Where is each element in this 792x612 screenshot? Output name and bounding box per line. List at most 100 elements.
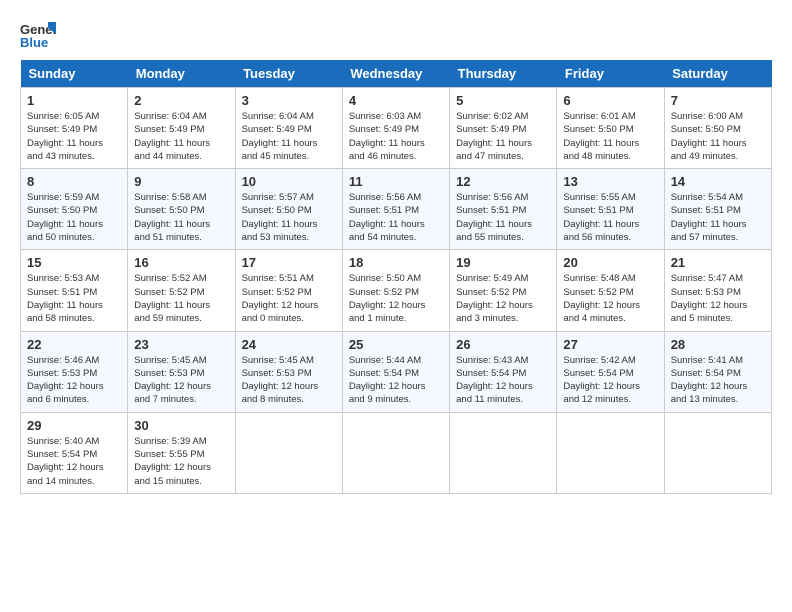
day-info: Sunrise: 5:51 AM Sunset: 5:52 PM Dayligh… bbox=[242, 272, 336, 325]
calendar-cell: 13 Sunrise: 5:55 AM Sunset: 5:51 PM Dayl… bbox=[557, 169, 664, 250]
calendar-cell: 20 Sunrise: 5:48 AM Sunset: 5:52 PM Dayl… bbox=[557, 250, 664, 331]
calendar-cell: 3 Sunrise: 6:04 AM Sunset: 5:49 PM Dayli… bbox=[235, 88, 342, 169]
calendar-cell bbox=[342, 412, 449, 493]
day-number: 4 bbox=[349, 93, 443, 108]
day-info: Sunrise: 6:03 AM Sunset: 5:49 PM Dayligh… bbox=[349, 110, 443, 163]
day-info: Sunrise: 5:49 AM Sunset: 5:52 PM Dayligh… bbox=[456, 272, 550, 325]
day-number: 30 bbox=[134, 418, 228, 433]
calendar-week-4: 22 Sunrise: 5:46 AM Sunset: 5:53 PM Dayl… bbox=[21, 331, 772, 412]
day-number: 21 bbox=[671, 255, 765, 270]
calendar-cell: 18 Sunrise: 5:50 AM Sunset: 5:52 PM Dayl… bbox=[342, 250, 449, 331]
weekday-header-monday: Monday bbox=[128, 60, 235, 88]
page-header: General Blue bbox=[20, 20, 772, 50]
calendar-cell: 30 Sunrise: 5:39 AM Sunset: 5:55 PM Dayl… bbox=[128, 412, 235, 493]
day-info: Sunrise: 5:45 AM Sunset: 5:53 PM Dayligh… bbox=[242, 354, 336, 407]
calendar-table: SundayMondayTuesdayWednesdayThursdayFrid… bbox=[20, 60, 772, 494]
day-number: 8 bbox=[27, 174, 121, 189]
day-info: Sunrise: 5:39 AM Sunset: 5:55 PM Dayligh… bbox=[134, 435, 228, 488]
calendar-week-5: 29 Sunrise: 5:40 AM Sunset: 5:54 PM Dayl… bbox=[21, 412, 772, 493]
day-info: Sunrise: 5:55 AM Sunset: 5:51 PM Dayligh… bbox=[563, 191, 657, 244]
calendar-cell: 27 Sunrise: 5:42 AM Sunset: 5:54 PM Dayl… bbox=[557, 331, 664, 412]
calendar-week-2: 8 Sunrise: 5:59 AM Sunset: 5:50 PM Dayli… bbox=[21, 169, 772, 250]
calendar-cell: 5 Sunrise: 6:02 AM Sunset: 5:49 PM Dayli… bbox=[450, 88, 557, 169]
calendar-cell: 1 Sunrise: 6:05 AM Sunset: 5:49 PM Dayli… bbox=[21, 88, 128, 169]
calendar-cell: 12 Sunrise: 5:56 AM Sunset: 5:51 PM Dayl… bbox=[450, 169, 557, 250]
calendar-cell: 4 Sunrise: 6:03 AM Sunset: 5:49 PM Dayli… bbox=[342, 88, 449, 169]
day-number: 28 bbox=[671, 337, 765, 352]
calendar-cell bbox=[450, 412, 557, 493]
day-number: 22 bbox=[27, 337, 121, 352]
day-number: 26 bbox=[456, 337, 550, 352]
calendar-week-3: 15 Sunrise: 5:53 AM Sunset: 5:51 PM Dayl… bbox=[21, 250, 772, 331]
calendar-cell: 17 Sunrise: 5:51 AM Sunset: 5:52 PM Dayl… bbox=[235, 250, 342, 331]
day-number: 27 bbox=[563, 337, 657, 352]
day-number: 24 bbox=[242, 337, 336, 352]
weekday-header-thursday: Thursday bbox=[450, 60, 557, 88]
calendar-cell: 22 Sunrise: 5:46 AM Sunset: 5:53 PM Dayl… bbox=[21, 331, 128, 412]
day-number: 14 bbox=[671, 174, 765, 189]
day-number: 17 bbox=[242, 255, 336, 270]
day-info: Sunrise: 5:57 AM Sunset: 5:50 PM Dayligh… bbox=[242, 191, 336, 244]
calendar-cell: 6 Sunrise: 6:01 AM Sunset: 5:50 PM Dayli… bbox=[557, 88, 664, 169]
calendar-cell: 29 Sunrise: 5:40 AM Sunset: 5:54 PM Dayl… bbox=[21, 412, 128, 493]
day-number: 25 bbox=[349, 337, 443, 352]
calendar-week-1: 1 Sunrise: 6:05 AM Sunset: 5:49 PM Dayli… bbox=[21, 88, 772, 169]
day-info: Sunrise: 6:05 AM Sunset: 5:49 PM Dayligh… bbox=[27, 110, 121, 163]
day-number: 10 bbox=[242, 174, 336, 189]
day-number: 16 bbox=[134, 255, 228, 270]
day-info: Sunrise: 6:04 AM Sunset: 5:49 PM Dayligh… bbox=[134, 110, 228, 163]
day-number: 13 bbox=[563, 174, 657, 189]
day-number: 29 bbox=[27, 418, 121, 433]
day-number: 9 bbox=[134, 174, 228, 189]
day-number: 23 bbox=[134, 337, 228, 352]
logo: General Blue bbox=[20, 20, 56, 50]
day-info: Sunrise: 5:41 AM Sunset: 5:54 PM Dayligh… bbox=[671, 354, 765, 407]
calendar-header-row: SundayMondayTuesdayWednesdayThursdayFrid… bbox=[21, 60, 772, 88]
day-info: Sunrise: 5:45 AM Sunset: 5:53 PM Dayligh… bbox=[134, 354, 228, 407]
day-info: Sunrise: 6:04 AM Sunset: 5:49 PM Dayligh… bbox=[242, 110, 336, 163]
calendar-cell: 21 Sunrise: 5:47 AM Sunset: 5:53 PM Dayl… bbox=[664, 250, 771, 331]
calendar-body: 1 Sunrise: 6:05 AM Sunset: 5:49 PM Dayli… bbox=[21, 88, 772, 494]
day-info: Sunrise: 5:52 AM Sunset: 5:52 PM Dayligh… bbox=[134, 272, 228, 325]
day-info: Sunrise: 6:00 AM Sunset: 5:50 PM Dayligh… bbox=[671, 110, 765, 163]
day-info: Sunrise: 5:50 AM Sunset: 5:52 PM Dayligh… bbox=[349, 272, 443, 325]
calendar-cell: 7 Sunrise: 6:00 AM Sunset: 5:50 PM Dayli… bbox=[664, 88, 771, 169]
calendar-cell: 26 Sunrise: 5:43 AM Sunset: 5:54 PM Dayl… bbox=[450, 331, 557, 412]
day-number: 18 bbox=[349, 255, 443, 270]
day-number: 3 bbox=[242, 93, 336, 108]
day-number: 15 bbox=[27, 255, 121, 270]
day-number: 11 bbox=[349, 174, 443, 189]
day-info: Sunrise: 6:02 AM Sunset: 5:49 PM Dayligh… bbox=[456, 110, 550, 163]
day-info: Sunrise: 5:59 AM Sunset: 5:50 PM Dayligh… bbox=[27, 191, 121, 244]
day-number: 1 bbox=[27, 93, 121, 108]
day-info: Sunrise: 5:42 AM Sunset: 5:54 PM Dayligh… bbox=[563, 354, 657, 407]
calendar-cell: 2 Sunrise: 6:04 AM Sunset: 5:49 PM Dayli… bbox=[128, 88, 235, 169]
calendar-cell: 23 Sunrise: 5:45 AM Sunset: 5:53 PM Dayl… bbox=[128, 331, 235, 412]
day-info: Sunrise: 5:46 AM Sunset: 5:53 PM Dayligh… bbox=[27, 354, 121, 407]
day-number: 5 bbox=[456, 93, 550, 108]
day-info: Sunrise: 5:47 AM Sunset: 5:53 PM Dayligh… bbox=[671, 272, 765, 325]
calendar-cell: 9 Sunrise: 5:58 AM Sunset: 5:50 PM Dayli… bbox=[128, 169, 235, 250]
weekday-header-tuesday: Tuesday bbox=[235, 60, 342, 88]
day-info: Sunrise: 6:01 AM Sunset: 5:50 PM Dayligh… bbox=[563, 110, 657, 163]
calendar-cell: 15 Sunrise: 5:53 AM Sunset: 5:51 PM Dayl… bbox=[21, 250, 128, 331]
day-info: Sunrise: 5:54 AM Sunset: 5:51 PM Dayligh… bbox=[671, 191, 765, 244]
calendar-cell: 10 Sunrise: 5:57 AM Sunset: 5:50 PM Dayl… bbox=[235, 169, 342, 250]
day-info: Sunrise: 5:40 AM Sunset: 5:54 PM Dayligh… bbox=[27, 435, 121, 488]
calendar-cell: 8 Sunrise: 5:59 AM Sunset: 5:50 PM Dayli… bbox=[21, 169, 128, 250]
calendar-cell: 28 Sunrise: 5:41 AM Sunset: 5:54 PM Dayl… bbox=[664, 331, 771, 412]
weekday-header-wednesday: Wednesday bbox=[342, 60, 449, 88]
calendar-cell bbox=[664, 412, 771, 493]
calendar-cell bbox=[557, 412, 664, 493]
calendar-cell: 19 Sunrise: 5:49 AM Sunset: 5:52 PM Dayl… bbox=[450, 250, 557, 331]
weekday-header-saturday: Saturday bbox=[664, 60, 771, 88]
calendar-cell: 25 Sunrise: 5:44 AM Sunset: 5:54 PM Dayl… bbox=[342, 331, 449, 412]
day-info: Sunrise: 5:48 AM Sunset: 5:52 PM Dayligh… bbox=[563, 272, 657, 325]
day-info: Sunrise: 5:58 AM Sunset: 5:50 PM Dayligh… bbox=[134, 191, 228, 244]
day-number: 2 bbox=[134, 93, 228, 108]
day-number: 12 bbox=[456, 174, 550, 189]
svg-text:Blue: Blue bbox=[20, 35, 48, 50]
day-info: Sunrise: 5:43 AM Sunset: 5:54 PM Dayligh… bbox=[456, 354, 550, 407]
calendar-cell bbox=[235, 412, 342, 493]
weekday-header-friday: Friday bbox=[557, 60, 664, 88]
